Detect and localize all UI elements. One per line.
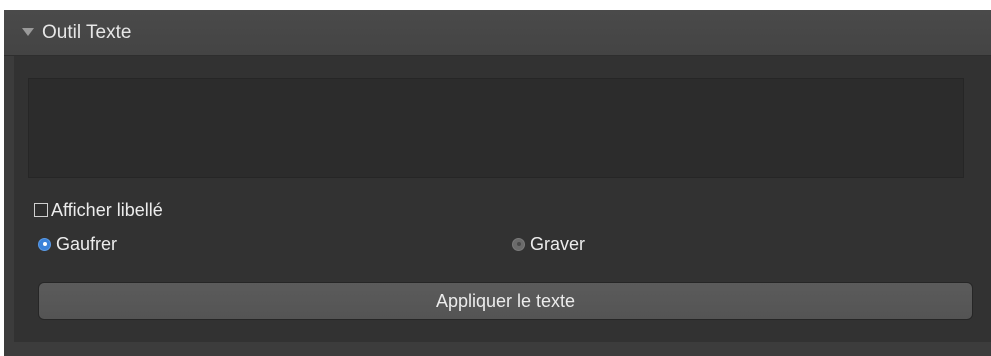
panel-header[interactable]: Outil Texte — [4, 10, 991, 56]
checkbox-label: Afficher libellé — [51, 200, 163, 220]
disclosure-triangle-icon[interactable] — [22, 28, 34, 36]
radio-unselected-icon[interactable] — [512, 237, 525, 251]
radio-emboss[interactable]: Gaufrer — [38, 232, 117, 256]
apply-text-button[interactable]: Appliquer le texte — [38, 282, 973, 320]
checkbox-box[interactable] — [34, 203, 48, 217]
text-tool-panel: Outil Texte Afficher libellé Gaufrer Gra… — [4, 10, 991, 356]
radio-label-engrave: Graver — [530, 234, 586, 254]
radio-engrave[interactable]: Graver — [512, 232, 585, 256]
text-input[interactable] — [28, 78, 964, 178]
panel-title: Outil Texte — [42, 22, 132, 43]
show-label-checkbox[interactable]: Afficher libellé — [34, 199, 163, 221]
radio-label-emboss: Gaufrer — [56, 234, 118, 254]
radio-selected-icon[interactable] — [38, 237, 51, 251]
